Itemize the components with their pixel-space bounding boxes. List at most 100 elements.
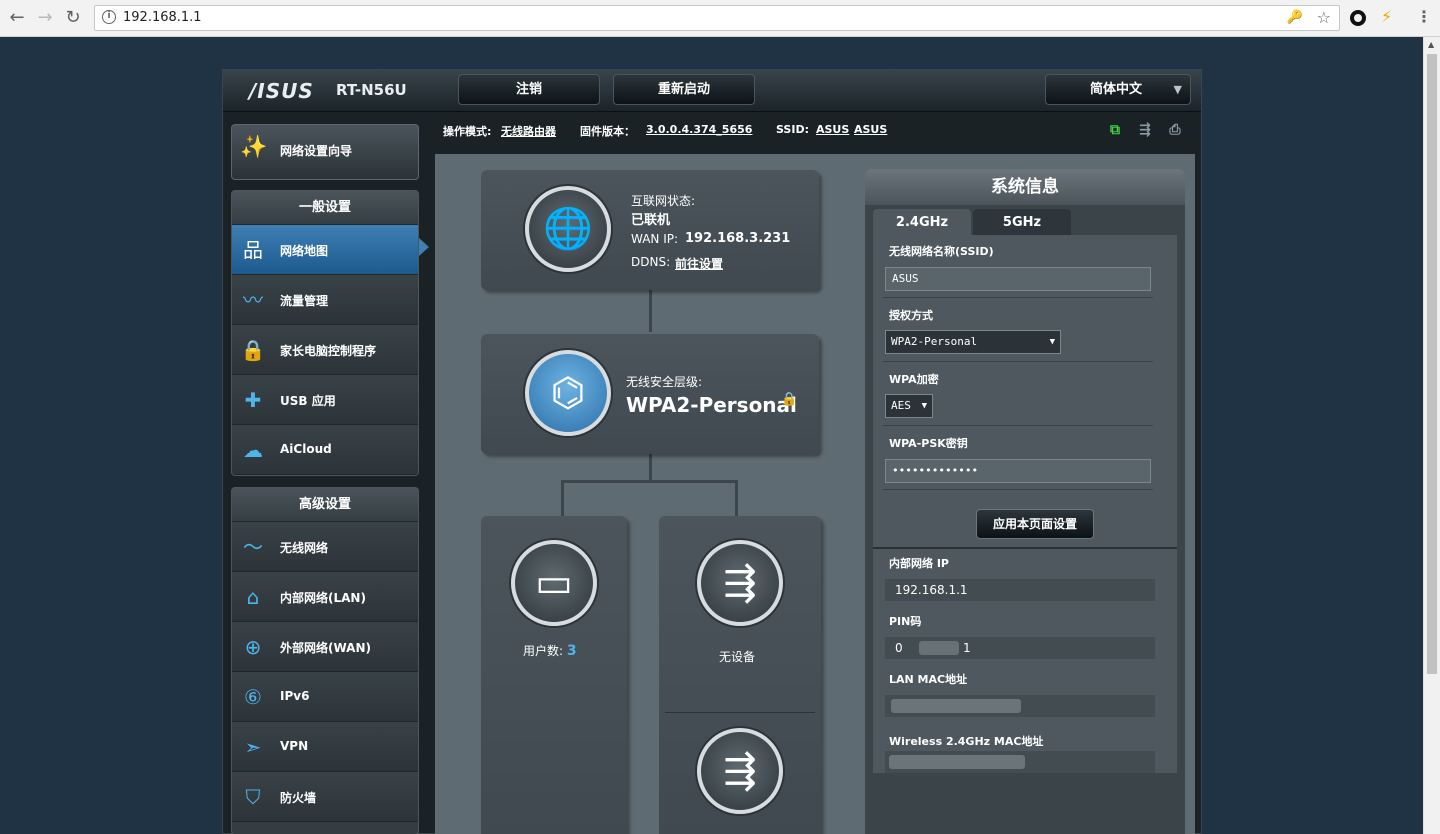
usb-icon[interactable]: ⇶ [697, 728, 783, 814]
sidebar-item-parental-control[interactable]: 🔒 家长电脑控制程序 [232, 325, 418, 375]
globe-icon: 🌐 [525, 186, 611, 272]
home-icon: ⌂ [246, 585, 260, 609]
usb-status-icon[interactable]: ⇶ [1136, 122, 1154, 138]
sidebar-item-label: VPN [280, 739, 309, 753]
auth-method-select[interactable]: WPA2-Personal ▼ [885, 330, 1061, 354]
general-settings-heading: 一般设置 [232, 191, 418, 225]
page-scrollbar[interactable]: ▲ [1423, 37, 1440, 834]
lock-icon: 🔒 [240, 338, 266, 362]
advanced-settings-heading: 高级设置 [232, 488, 418, 522]
tab-5ghz[interactable]: 5GHz [973, 209, 1071, 237]
bookmark-star-icon[interactable]: ☆ [1317, 8, 1331, 27]
sidebar-item-label: 防火墙 [280, 791, 317, 805]
security-level-label: 无线安全层级: [626, 375, 703, 389]
wan-ip-label: WAN IP: [631, 232, 679, 246]
address-bar[interactable]: i 192.168.1.1 🔑 ☆ [94, 5, 1340, 31]
ipv6-icon: ⑥ [244, 685, 262, 709]
pin-redaction [919, 641, 959, 655]
usb-divider [665, 712, 815, 713]
sidebar-item-ipv6[interactable]: ⑥ IPv6 [232, 672, 418, 722]
mac-redaction [891, 699, 1021, 713]
sidebar-item-usb[interactable]: ✚ USB 应用 [232, 375, 418, 425]
router-security-box[interactable]: ⌬ 无线安全层级: WPA2-Personal 🔒 [481, 334, 819, 454]
language-value: 简体中文 [1090, 82, 1143, 97]
scroll-up-icon[interactable]: ▲ [1428, 40, 1434, 49]
url-text[interactable]: 192.168.1.1 [123, 10, 202, 25]
ssid-field-label: 无线网络名称(SSID) [889, 245, 994, 258]
ddns-link[interactable]: 前往设置 [675, 255, 723, 272]
divider [883, 361, 1153, 362]
divider [883, 489, 1153, 490]
apply-settings-button[interactable]: 应用本页面设置 [976, 509, 1094, 539]
logout-button[interactable]: 注销 [458, 74, 600, 105]
divider [883, 297, 1153, 298]
clients-count: 3 [566, 643, 577, 659]
extension-icon[interactable] [1350, 10, 1366, 26]
language-select[interactable]: 简体中文 ▼ [1045, 74, 1191, 105]
puzzle-icon: ✚ [244, 388, 262, 412]
sidebar-item-label: 内部网络(LAN) [280, 591, 366, 605]
lan-mac-label: LAN MAC地址 [889, 673, 968, 686]
vpn-icon: ➣ [244, 735, 262, 759]
wifi-icon: 〜 [243, 535, 263, 559]
sidebar-item-wireless[interactable]: 〜 无线网络 [232, 522, 418, 572]
section-divider [873, 547, 1177, 549]
mode-link[interactable]: 无线路由器 [501, 123, 556, 139]
network-map-diagram: 🌐 互联网状态: 已联机 WAN IP: 192.168.3.231 DDNS:… [435, 154, 855, 834]
reload-icon[interactable]: ↻ [63, 8, 83, 28]
lock-icon: 🔒 [781, 392, 798, 407]
reboot-button[interactable]: 重新启动 [613, 74, 755, 105]
network-status-icon[interactable]: ⧉ [1106, 122, 1124, 138]
printer-status-icon[interactable]: ⎙ [1166, 122, 1184, 138]
firmware-label: 固件版本： [580, 125, 635, 138]
sidebar-item-wan[interactable]: ⊕ 外部网络(WAN) [232, 622, 418, 672]
key-icon[interactable]: 🔑 [1287, 10, 1303, 25]
internet-status-label: 互联网状态: [631, 194, 696, 208]
ssid-label: SSID: [776, 123, 809, 136]
sidebar-item-network-map[interactable]: 品 网络地图 [232, 225, 418, 275]
wpa-encryption-label: WPA加密 [889, 373, 939, 386]
chevron-down-icon: ▼ [921, 401, 927, 411]
router-icon: ⌬ [525, 350, 611, 436]
sidebar-item-traffic[interactable]: 〰 流量管理 [232, 275, 418, 325]
wpa-psk-input[interactable]: ••••••••••••• [885, 459, 1151, 483]
ssid-input[interactable]: ASUS [885, 267, 1151, 291]
model-name: RT-N56U [336, 81, 407, 99]
back-icon[interactable]: ← [7, 8, 27, 28]
lan-mac-value [885, 695, 1155, 717]
connector-line [735, 480, 738, 516]
forward-icon[interactable]: → [35, 8, 55, 28]
wpa-encryption-select[interactable]: AES ▼ [885, 394, 933, 418]
mode-label: 操作模式: [443, 125, 492, 138]
sidebar-item-firewall[interactable]: ⛉ 防火墙 [232, 772, 418, 822]
tab-2-4ghz[interactable]: 2.4GHz [873, 209, 971, 237]
advanced-settings-menu: 高级设置 〜 无线网络 ⌂ 内部网络(LAN) ⊕ 外部网络(WAN) ⑥ IP… [231, 487, 419, 834]
asus-logo: /ISUS [249, 79, 314, 103]
usb-icon[interactable]: ⇶ [697, 540, 783, 626]
extension-bolt-icon[interactable]: ⚡ [1381, 7, 1392, 26]
internet-status-box[interactable]: 🌐 互联网状态: 已联机 WAN IP: 192.168.3.231 DDNS:… [481, 170, 819, 290]
ddns-label: DDNS: [631, 255, 671, 269]
shield-icon: ⛉ [245, 785, 261, 809]
sidebar-item-vpn[interactable]: ➣ VPN [232, 722, 418, 772]
sidebar-item-label: 外部网络(WAN) [280, 641, 371, 655]
sidebar-item-label: IPv6 [280, 689, 310, 703]
clients-box[interactable]: ▭ 用户数: 3 [481, 516, 627, 834]
sidebar-item-label: USB 应用 [280, 394, 336, 408]
setup-wizard-button[interactable]: ✨ 网络设置向导 [231, 124, 419, 180]
router-app: /ISUS RT-N56U 注销 重新启动 简体中文 ▼ 操作模式: 无线路由器… [222, 69, 1202, 834]
ssid-link-2[interactable]: ASUS [854, 123, 887, 136]
globe-icon: ⊕ [244, 635, 262, 659]
sidebar-item-lan[interactable]: ⌂ 内部网络(LAN) [232, 572, 418, 622]
browser-menu-icon[interactable]: ⋮ [1416, 7, 1432, 26]
usb-no-device-label: 无设备 [719, 650, 756, 664]
info-icon[interactable]: i [102, 10, 116, 24]
network-map-icon: 品 [243, 238, 263, 262]
auth-method-value: WPA2-Personal [891, 335, 978, 348]
scrollbar-thumb[interactable] [1427, 54, 1437, 674]
internet-status-value: 已联机 [631, 213, 671, 228]
ssid-link-1[interactable]: ASUS [816, 123, 849, 136]
firmware-link[interactable]: 3.0.0.4.374_5656 [646, 123, 752, 136]
sidebar-item-aicloud[interactable]: ☁ AiCloud [232, 425, 418, 475]
cloud-icon: ☁ [243, 438, 263, 462]
